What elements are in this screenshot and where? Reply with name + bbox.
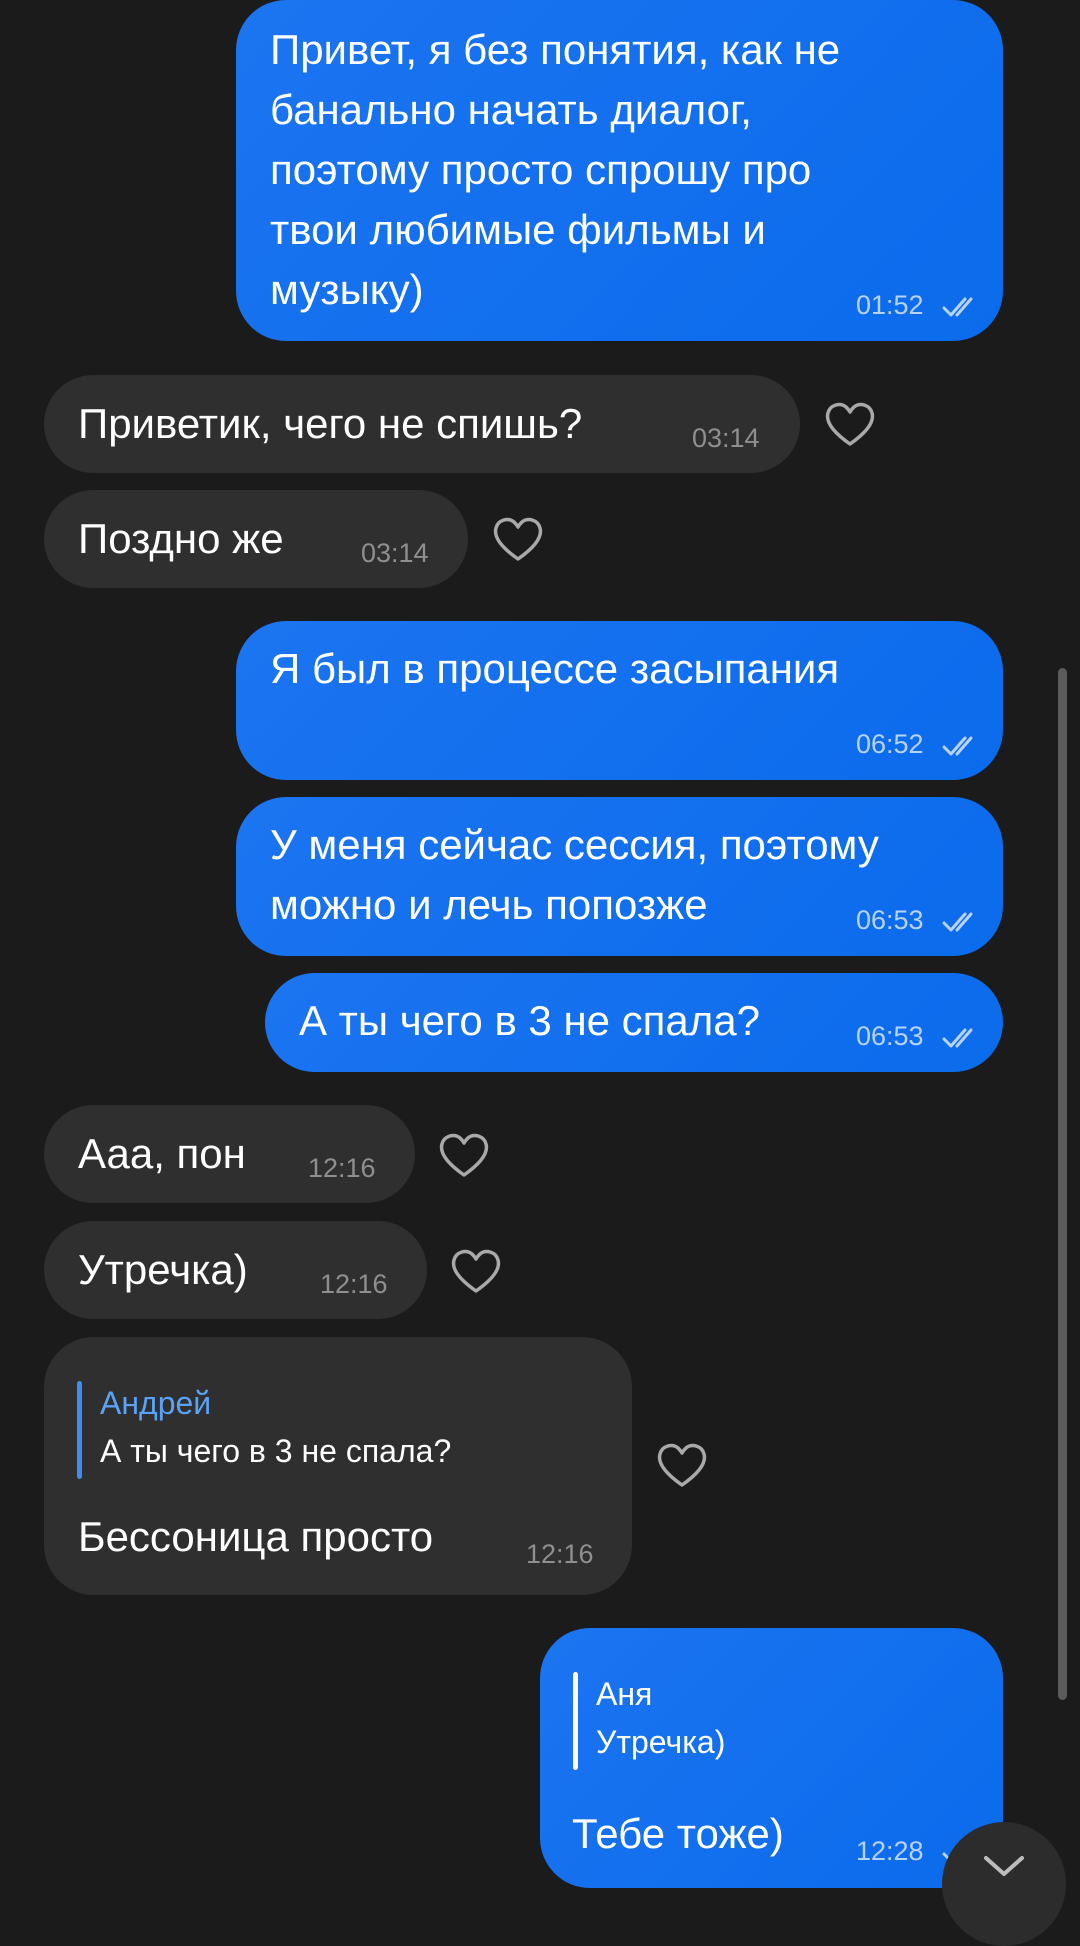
scrollbar-thumb[interactable] xyxy=(1058,668,1067,1700)
heart-outline-icon[interactable] xyxy=(450,1247,502,1295)
message-text: Поздно же xyxy=(78,515,284,562)
message-text: Я был в процессе засыпания xyxy=(270,645,840,692)
heart-outline-icon[interactable] xyxy=(824,400,876,448)
message-bubble-outgoing[interactable]: Я был в процессе засыпания 06:52 xyxy=(236,621,1003,780)
message-time: 12:28 xyxy=(856,1836,924,1866)
message-bubble-incoming[interactable]: Утречка) 12:16 xyxy=(44,1221,427,1319)
reply-text: А ты чего в 3 не спала? xyxy=(100,1433,452,1469)
message-time: 03:14 xyxy=(692,423,760,453)
message-time: 06:53 xyxy=(856,1021,924,1051)
message-time: 12:16 xyxy=(526,1539,594,1569)
message-text-line: твои любимые фильмы и xyxy=(270,206,766,253)
heart-outline-icon[interactable] xyxy=(492,515,544,563)
message-time: 01:52 xyxy=(856,290,924,320)
message-bubble-outgoing[interactable]: А ты чего в 3 не спала? 06:53 xyxy=(265,973,1003,1072)
message-text-line: Привет, я без понятия, как не xyxy=(270,26,841,73)
message-text-line: банально начать диалог, xyxy=(270,86,752,133)
message-text: Приветик, чего не спишь? xyxy=(78,400,583,447)
message-time: 03:14 xyxy=(361,538,429,568)
double-check-icon xyxy=(942,297,973,317)
message-time: 12:16 xyxy=(320,1269,388,1299)
double-check-icon xyxy=(942,1028,973,1048)
message-text: Утречка) xyxy=(78,1246,248,1293)
double-check-icon xyxy=(942,912,973,932)
message-bubble-incoming[interactable]: Ааа, пон 12:16 xyxy=(44,1105,415,1203)
message-text: Тебе тоже) xyxy=(572,1810,784,1857)
message-time: 12:16 xyxy=(308,1153,376,1183)
message-bubble-outgoing[interactable]: Привет, я без понятия, как не банально н… xyxy=(236,0,1003,341)
message-bubble-incoming-reply[interactable]: Андрей А ты чего в 3 не спала? Бессоница… xyxy=(44,1337,632,1595)
heart-outline-icon[interactable] xyxy=(656,1441,708,1489)
reply-text: Утречка) xyxy=(596,1724,726,1760)
message-time: 06:53 xyxy=(856,905,924,935)
message-time: 06:52 xyxy=(856,729,924,759)
message-bubble-incoming[interactable]: Поздно же 03:14 xyxy=(44,490,468,588)
reply-quote-bar xyxy=(77,1381,82,1479)
double-check-icon xyxy=(942,736,973,756)
message-text: А ты чего в 3 не спала? xyxy=(299,997,760,1044)
scroll-to-bottom-button[interactable] xyxy=(942,1822,1066,1946)
message-bubble-outgoing-reply[interactable]: Аня Утречка) Тебе тоже) 12:28 xyxy=(540,1628,1003,1888)
heart-outline-icon[interactable] xyxy=(438,1131,490,1179)
message-text-line: музыку) xyxy=(270,266,424,313)
message-text-line: можно и лечь попозже xyxy=(270,881,708,928)
chevron-down-icon xyxy=(984,1856,1024,1876)
reply-author: Андрей xyxy=(100,1385,212,1421)
message-text-line: поэтому просто спрошу про xyxy=(270,146,812,193)
message-text: Бессоница просто xyxy=(78,1513,434,1560)
reply-quote-bar xyxy=(573,1672,578,1770)
message-bubble-incoming[interactable]: Приветик, чего не спишь? 03:14 xyxy=(44,375,800,473)
message-bubble-outgoing[interactable]: У меня сейчас сессия, поэтому можно и ле… xyxy=(236,797,1003,956)
message-text: Ааа, пон xyxy=(78,1130,246,1177)
message-text-line: У меня сейчас сессия, поэтому xyxy=(270,821,879,868)
reply-author: Аня xyxy=(596,1676,653,1712)
